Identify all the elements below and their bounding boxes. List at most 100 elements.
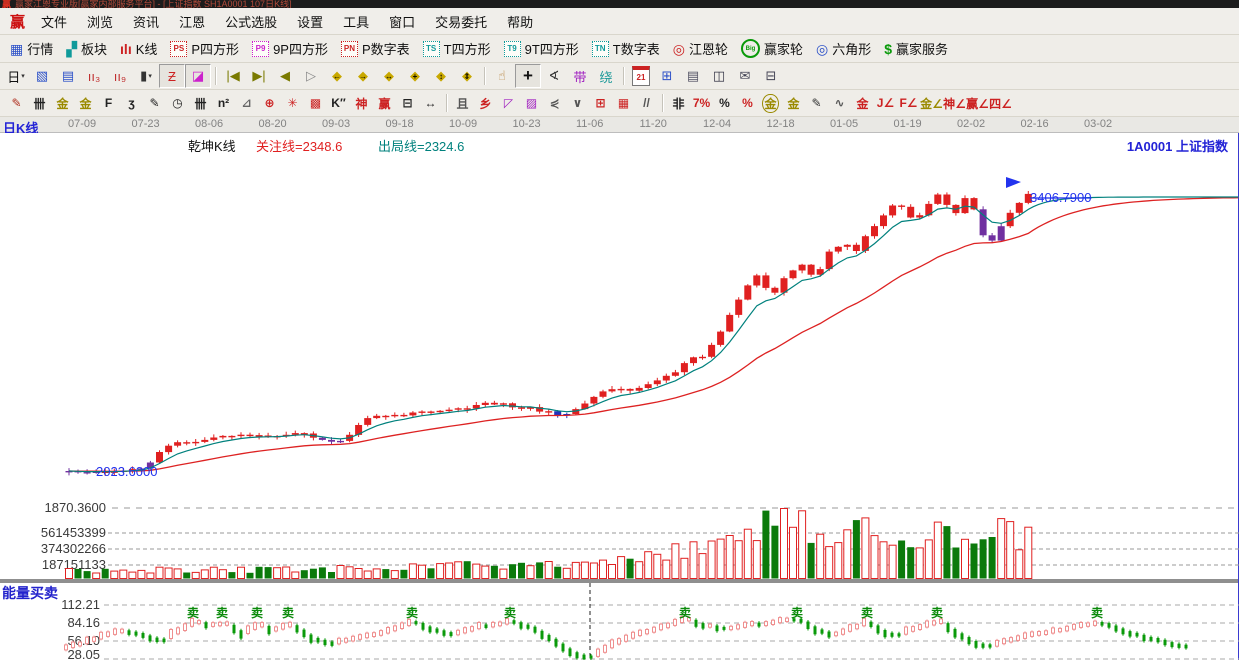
volume-canvas[interactable]: 1870.3600561453399374302266187151133 [0,499,1239,579]
angle-rays-icon[interactable]: ⋞ [543,93,566,114]
gold-level-icon[interactable]: 金 [782,93,805,114]
hand-tool-button[interactable]: ☝ [489,64,515,88]
quotes-button[interactable]: ▦行情 [4,38,59,59]
wrap-tool-button[interactable]: 绕 [593,64,619,88]
candle-style-button[interactable]: ▮▾ [133,64,159,88]
main-chart-panel[interactable]: 2023.60003406.7900 乾坤K线 关注线=2348.6 出局线=2… [0,133,1238,499]
gold-ladder-icon[interactable]: 金 [51,93,74,114]
indicator-canvas[interactable]: 112.2184.1656.1028.05卖卖卖卖卖卖卖卖卖卖卖 [0,583,1239,660]
gann-circle-icon[interactable]: ⊕ [258,93,281,114]
compress-v-button[interactable]: ◆↕ [428,64,454,88]
indicator-panel[interactable]: 112.2184.1656.1028.05卖卖卖卖卖卖卖卖卖卖卖 能量买卖 [0,583,1238,660]
band-tool-button[interactable]: 带 [567,64,593,88]
gann-box-icon[interactable]: ▩ [304,93,327,114]
ying-angle-icon[interactable]: 赢∠ [966,93,989,114]
wave-icon[interactable]: ∿ [828,93,851,114]
notes-button[interactable]: ▤ [680,64,706,88]
save-button[interactable]: ◫ [706,64,732,88]
menu-item-浏览[interactable]: 浏览 [77,12,123,33]
parallel-lines-icon[interactable]: // [635,93,658,114]
shift-left-button[interactable]: ◆← [324,64,350,88]
fan-box-icon[interactable]: ◸ [497,93,520,114]
f-angle-icon[interactable]: F∠ [897,93,920,114]
nine-t-square-button[interactable]: T99T四方形 [498,38,585,59]
kline-canvas[interactable]: 2023.60003406.7900 [0,133,1239,499]
percent-level-icon[interactable]: % [736,93,759,114]
grid-red-icon[interactable]: ⊞ [589,93,612,114]
four-angle-icon[interactable]: 四∠ [989,93,1012,114]
ladder-ruler-icon[interactable]: 卌 [28,93,51,114]
gold-circle-icon[interactable]: 金 [759,93,782,114]
gold-red-level-icon[interactable]: 金 [851,93,874,114]
mail-button[interactable]: ✉ [732,64,758,88]
info-panel-button[interactable]: ▤ [55,64,81,88]
nav-last-button[interactable]: ▶| [246,64,272,88]
volume-panel[interactable]: 1870.3600561453399374302266187151133 [0,499,1238,579]
period-day-button[interactable]: 日▾ [3,64,29,88]
qiankun-signal-button[interactable]: Ƶ [159,64,185,88]
gann-wheel-button[interactable]: ◎江恩轮 [667,38,734,59]
ruler-123-icon[interactable]: ⊟ [396,93,419,114]
shift-right-button[interactable]: ◆→ [350,64,376,88]
menu-item-交易委托[interactable]: 交易委托 [425,12,497,33]
zoom-window-button[interactable]: ▧ [29,64,55,88]
grid-box-icon[interactable]: ▨ [520,93,543,114]
compress-h-button[interactable]: ◆↔ [376,64,402,88]
kline-button[interactable]: ılıK线 [114,38,163,59]
spiral-icon[interactable]: ʒ [120,93,143,114]
j-angle-icon[interactable]: J∠ [874,93,897,114]
pen-tool-icon[interactable]: ✎ [5,93,28,114]
measure-list-icon[interactable]: 非 [667,93,690,114]
volume-profile-button[interactable]: ◪ [185,64,211,88]
menu-item-江恩[interactable]: 江恩 [169,12,215,33]
menu-item-工具[interactable]: 工具 [333,12,379,33]
f-ladder-icon[interactable]: F [97,93,120,114]
t-number-table-button[interactable]: TNT数字表 [586,38,666,59]
menu-item-帮助[interactable]: 帮助 [497,12,543,33]
percent-icon[interactable]: % [713,93,736,114]
bars-3-button[interactable]: ıı₃ [81,64,107,88]
shen-ladder-icon[interactable]: 神 [350,93,373,114]
menu-item-设置[interactable]: 设置 [287,12,333,33]
nav-next-button[interactable]: ▷ [298,64,324,88]
reset-zoom-button[interactable]: ◆+ [402,64,428,88]
width-measure-icon[interactable]: ↔ [419,93,442,114]
t-square-button[interactable]: TST四方形 [417,38,497,59]
printer-button[interactable]: ⊟ [758,64,784,88]
clock-circle-icon[interactable]: ◷ [166,93,189,114]
hexagon-button[interactable]: ◎六角形 [810,38,877,59]
v-line-icon[interactable]: ∨ [566,93,589,114]
angle-tool-button[interactable]: ∢ [541,64,567,88]
p-square-button[interactable]: PSP四方形 [164,38,245,59]
crosshair-tool-button[interactable]: + [515,64,541,88]
gold-ladder2-icon[interactable]: 金 [74,93,97,114]
pen-ruler-icon[interactable]: ✎ [143,93,166,114]
percent-line-icon[interactable]: 7% [690,93,713,114]
pen-alert-icon[interactable]: ✎ [805,93,828,114]
bars-9-button[interactable]: ıı₉ [107,64,133,88]
p-number-table-button[interactable]: PNP数字表 [335,38,416,59]
calculator-button[interactable]: ⊞ [654,64,680,88]
expand-v-button[interactable]: ◆⇕ [454,64,480,88]
winner-wheel-button[interactable]: Big赢家轮 [735,38,809,59]
gold-angle-icon[interactable]: 金∠ [920,93,943,114]
fan-lines-icon[interactable]: 乡 [474,93,497,114]
menu-item-公式选股[interactable]: 公式选股 [215,12,287,33]
calendar-button[interactable]: 21 [628,64,654,88]
gann-web-icon[interactable]: ✳ [281,93,304,114]
menu-item-窗口[interactable]: 窗口 [379,12,425,33]
ruler-icon[interactable]: 卌 [189,93,212,114]
grid-red2-icon[interactable]: ▦ [612,93,635,114]
mirror-angle-icon[interactable]: ⊿ [235,93,258,114]
menu-item-资讯[interactable]: 资讯 [123,12,169,33]
menu-item-文件[interactable]: 文件 [31,12,77,33]
shen-angle-icon[interactable]: 神∠ [943,93,966,114]
winner-service-button[interactable]: $赢家服务 [878,38,954,59]
frame-tool-icon[interactable]: 且 [451,93,474,114]
n-square-icon[interactable]: n² [212,93,235,114]
nine-p-square-button[interactable]: P99P四方形 [246,38,334,59]
k-prime-icon[interactable]: K″ [327,93,350,114]
ying-ladder-icon[interactable]: 赢 [373,93,396,114]
sectors-button[interactable]: ▞板块 [60,38,113,59]
nav-first-button[interactable]: |◀ [220,64,246,88]
